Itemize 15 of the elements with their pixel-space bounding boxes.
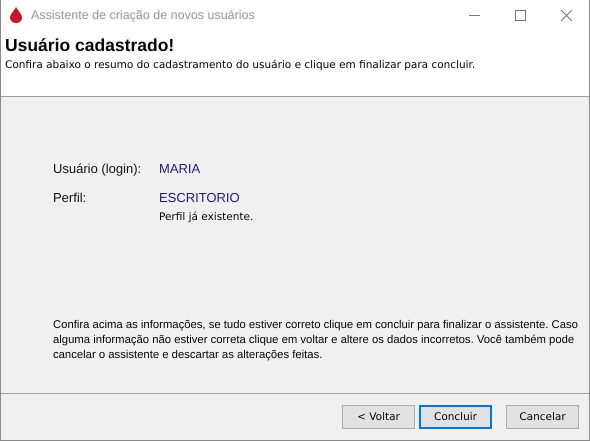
blood-drop-icon [9, 7, 23, 23]
field-value: ESCRITORIO [159, 190, 241, 205]
info-text: Confira acima as informações, se tudo estiver correto clique em concluir para finalizar o assistente. Caso alguma informação não estiver correta clique em voltar e altere os dados incorretos. Você também pode cancelar o assistente e descartar as alterações feitas. [53, 318, 578, 363]
maximize-icon[interactable] [514, 10, 526, 20]
field-label: Perfil: [53, 190, 88, 205]
field-note: Perfil já existente. [159, 211, 254, 223]
field-value: MARIA [159, 161, 202, 176]
dialog-button[interactable]: Cancelar [506, 405, 579, 429]
page-heading: Usuário cadastrado! [5, 34, 176, 56]
window-title: Assistente de criação de novos usuários [31, 8, 256, 22]
dialog-button[interactable]: Concluir [419, 405, 492, 429]
page-subtitle: Confira abaixo o resumo do cadastramento do usuário e clique em finalizar para concluir. [5, 59, 476, 71]
field-label: Usuário (login): [53, 161, 142, 176]
close-icon[interactable] [560, 10, 572, 20]
dialog-button[interactable]: < Voltar [342, 405, 415, 429]
